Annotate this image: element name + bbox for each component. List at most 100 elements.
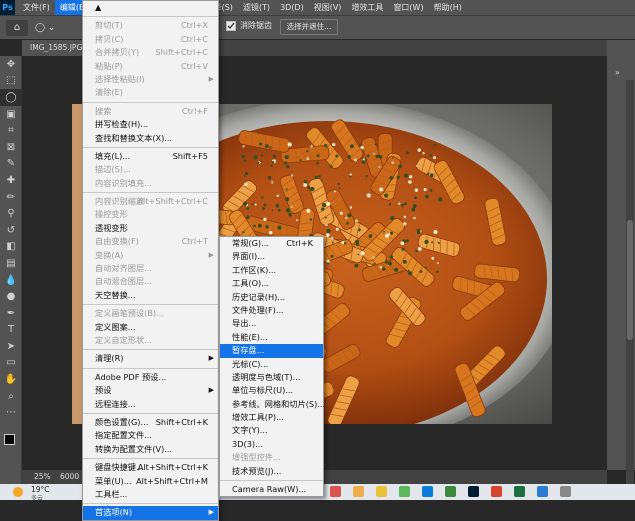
menu-item-7[interactable]: 3D(D) bbox=[275, 0, 309, 15]
media-icon[interactable] bbox=[399, 486, 410, 497]
menu-item-8[interactable]: 视图(V) bbox=[309, 0, 347, 15]
edit-menu-item[interactable]: 定义图案... bbox=[83, 321, 218, 334]
menu-item-10[interactable]: 窗口(W) bbox=[388, 0, 428, 15]
more-tools-icon[interactable]: ⋯ bbox=[0, 404, 22, 421]
pref-menu-item[interactable]: 界面(I)... bbox=[220, 250, 323, 263]
edit-menu-item[interactable]: ▲ bbox=[83, 1, 218, 14]
edit-menu-item[interactable]: Adobe PDF 预设... bbox=[83, 371, 218, 384]
zoom-level[interactable]: 25% bbox=[34, 472, 51, 481]
pref-menu-item[interactable]: 工具(O)... bbox=[220, 277, 323, 290]
app4-icon[interactable] bbox=[560, 486, 571, 497]
rectangle-icon[interactable]: ▭ bbox=[0, 355, 22, 372]
edit-menu-item[interactable]: 键盘快捷键... Alt+Shift+Ctrl+K bbox=[83, 461, 218, 474]
herb-fleck bbox=[383, 230, 385, 233]
frame-icon[interactable]: ⊠ bbox=[0, 139, 22, 156]
foreground-color-swatch[interactable] bbox=[4, 434, 15, 445]
herb-fleck bbox=[326, 229, 331, 234]
herb-fleck bbox=[285, 188, 288, 191]
antialias-checkbox[interactable] bbox=[226, 21, 236, 31]
eyedropper-icon[interactable]: ✎ bbox=[0, 156, 22, 173]
history-brush-icon[interactable]: ↺ bbox=[0, 222, 22, 239]
chat-icon[interactable] bbox=[330, 486, 341, 497]
pref-menu-item[interactable]: 导出... bbox=[220, 317, 323, 330]
edit-menu-item[interactable]: 工具栏... bbox=[83, 488, 218, 501]
menu-item-6[interactable]: 滤镜(T) bbox=[238, 0, 275, 15]
object-select-icon[interactable]: ▣ bbox=[0, 106, 22, 123]
edit-menu-item[interactable]: 菜单(U)... Alt+Shift+Ctrl+M bbox=[83, 475, 218, 488]
pref-menu-item[interactable]: 技术预览(J)... bbox=[220, 465, 323, 478]
menu-item-11[interactable]: 帮助(H) bbox=[429, 0, 467, 15]
pref-menu-item[interactable]: 文字(Y)... bbox=[220, 424, 323, 437]
excel-icon[interactable] bbox=[514, 486, 525, 497]
collapse-icon[interactable]: » bbox=[615, 68, 620, 77]
app-icon[interactable] bbox=[445, 486, 456, 497]
cheese-fleck bbox=[271, 181, 274, 184]
pref-menu-item[interactable]: 单位与标尺(U)... bbox=[220, 384, 323, 397]
pref-menu-item[interactable]: 暂存盘... bbox=[220, 344, 323, 358]
dodge-icon[interactable]: ● bbox=[0, 288, 22, 305]
eraser-icon[interactable]: ◧ bbox=[0, 239, 22, 256]
brush-icon[interactable]: ✏ bbox=[0, 189, 22, 206]
zoom-icon[interactable]: ⌕ bbox=[0, 388, 22, 405]
doc-tab[interactable]: IMG_1585.JPG bbox=[22, 40, 91, 56]
marquee-icon[interactable]: ⬚ bbox=[0, 73, 22, 90]
photoshop-taskbar-icon[interactable] bbox=[468, 486, 479, 497]
edit-menu-item[interactable]: 远程连接... bbox=[83, 398, 218, 411]
pref-menu-item[interactable]: 透明度与色域(T)... bbox=[220, 371, 323, 384]
home-icon[interactable]: ⌂ bbox=[6, 20, 28, 36]
menu-item-0[interactable]: 文件(F) bbox=[18, 0, 55, 15]
healing-brush-icon[interactable]: ✚ bbox=[0, 172, 22, 189]
crop-icon[interactable]: ⌗ bbox=[0, 122, 22, 139]
files-icon[interactable] bbox=[353, 486, 364, 497]
path-select-icon[interactable]: ➤ bbox=[0, 338, 22, 355]
pref-menu-item[interactable]: 参考线、网格和切片(S)... bbox=[220, 398, 325, 411]
pref-menu-item[interactable]: 历史记录(H)... bbox=[220, 291, 323, 304]
vertical-scrollbar[interactable] bbox=[626, 80, 634, 500]
select-and-mask-button[interactable]: 选择并遮住... bbox=[280, 19, 338, 35]
edit-menu-item[interactable]: 天空替换... bbox=[83, 289, 218, 302]
pref-menu-item[interactable]: 工作区(K)... bbox=[220, 264, 323, 277]
edit-menu-item[interactable]: 透视变形 bbox=[83, 222, 218, 235]
edit-menu-item[interactable]: 预设 ▶ bbox=[83, 384, 218, 397]
pen-icon[interactable]: ✒ bbox=[0, 305, 22, 322]
app3-icon[interactable] bbox=[537, 486, 548, 497]
submenu-arrow-icon: ▶ bbox=[208, 74, 214, 83]
lasso-icon[interactable]: ◯ bbox=[0, 89, 22, 106]
folder-icon[interactable] bbox=[376, 486, 387, 497]
lasso-option-icon[interactable]: ◯ ⌄ bbox=[35, 20, 61, 36]
herb-fleck bbox=[429, 173, 434, 178]
edit-menu-item[interactable]: 转换为配置文件(V)... bbox=[83, 443, 218, 456]
edit-menu-item[interactable]: 拼写检查(H)... bbox=[83, 118, 218, 131]
gradient-icon[interactable]: ▤ bbox=[0, 255, 22, 272]
app2-icon[interactable] bbox=[491, 486, 502, 497]
edit-menu-item[interactable]: 清理(R) ▶ bbox=[83, 352, 218, 365]
pref-menu-item[interactable]: 增效工具(P)... bbox=[220, 411, 323, 424]
pref-menu-item[interactable]: 常规(G)... Ctrl+K bbox=[220, 237, 323, 250]
cheese-fleck bbox=[423, 187, 427, 192]
blur-icon[interactable]: 💧 bbox=[0, 272, 22, 289]
move-icon[interactable]: ✥ bbox=[0, 56, 22, 73]
herb-fleck bbox=[438, 197, 443, 202]
vertical-scroll-thumb[interactable] bbox=[627, 220, 633, 340]
edit-menu-item[interactable]: 查找和替换文本(X)... bbox=[83, 132, 218, 145]
edge-icon[interactable] bbox=[422, 486, 433, 497]
edit-menu-item[interactable]: 指定配置文件... bbox=[83, 429, 218, 442]
type-icon[interactable]: T bbox=[0, 322, 22, 339]
pref-menu-item[interactable]: 光标(C)... bbox=[220, 358, 323, 371]
pref-menu-item[interactable]: 性能(E)... bbox=[220, 331, 323, 344]
menu-item-9[interactable]: 增效工具 bbox=[346, 0, 388, 15]
pref-menu-item[interactable]: 文件处理(F)... bbox=[220, 304, 323, 317]
pref-menu-item: 增强型控件... bbox=[220, 451, 323, 464]
menu-separator bbox=[83, 192, 218, 194]
pref-menu-item[interactable]: 3D(3)... bbox=[220, 438, 323, 451]
herb-fleck bbox=[320, 180, 323, 182]
hand-icon[interactable]: ✋ bbox=[0, 371, 22, 388]
photoshop-logo[interactable]: Ps bbox=[0, 0, 15, 15]
weather-icon[interactable] bbox=[13, 487, 23, 497]
edit-menu-item[interactable]: 首选项(N) ▶ bbox=[83, 506, 218, 520]
edit-menu-item[interactable]: 填充(L)... Shift+F5 bbox=[83, 150, 218, 163]
edit-menu-item[interactable]: 颜色设置(G)... Shift+Ctrl+K bbox=[83, 416, 218, 429]
clone-stamp-icon[interactable]: ⚲ bbox=[0, 205, 22, 222]
cheese-fleck bbox=[326, 259, 330, 263]
pref-menu-item[interactable]: Camera Raw(W)... bbox=[220, 483, 323, 496]
